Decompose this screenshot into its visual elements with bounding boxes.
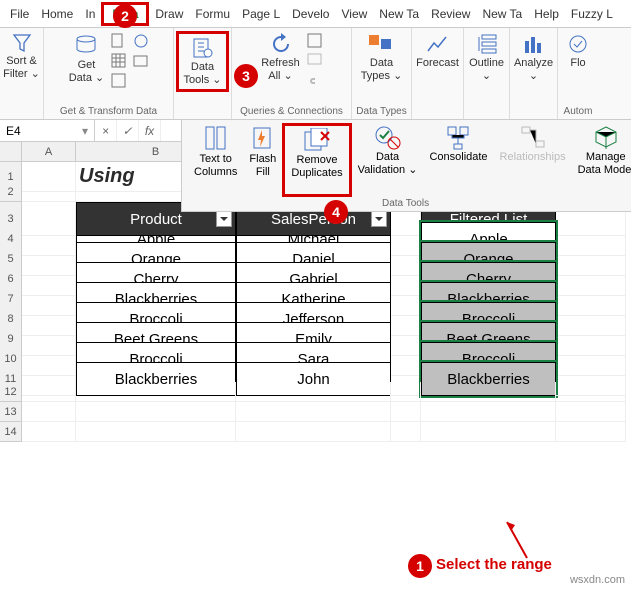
sort-filter-icon — [12, 33, 32, 53]
from-table-icon — [111, 53, 127, 69]
tab-help[interactable]: Help — [528, 3, 565, 25]
watermark: wsxdn.com — [570, 574, 625, 586]
from-table-button[interactable] — [108, 51, 130, 71]
refresh-icon — [270, 33, 292, 55]
from-web-button[interactable] — [130, 31, 152, 51]
tab-file[interactable]: File — [4, 3, 35, 25]
refresh-all-button[interactable]: Refresh All ⌄ — [257, 31, 304, 84]
analyze-button[interactable]: Analyze ⌄ — [510, 31, 557, 84]
sort-filter-button[interactable]: Sort & Filter ⌄ — [0, 31, 44, 82]
recent-sources-icon — [111, 73, 127, 89]
row-header[interactable]: 2 — [0, 182, 22, 202]
forecast-button[interactable]: Forecast — [412, 31, 463, 84]
automate-label: Autom — [564, 106, 593, 119]
data-types-icon — [367, 33, 397, 55]
fx-button[interactable]: fx — [139, 120, 161, 141]
analyze-icon — [523, 33, 545, 55]
get-transform-label: Get & Transform Data — [60, 106, 157, 119]
data-types-label: Data Types — [356, 106, 406, 119]
edit-links-button[interactable] — [304, 71, 326, 91]
remove-duplicates-icon — [303, 128, 331, 154]
tab-pagelayout[interactable]: Page L — [236, 3, 286, 25]
filter-dropdown-icon[interactable] — [371, 211, 387, 227]
manage-data-model-icon — [593, 125, 619, 151]
forecast-icon — [426, 33, 450, 55]
from-web-icon — [133, 33, 149, 49]
data-tools-button[interactable]: Data Tools ⌄ — [180, 35, 226, 88]
properties-icon — [307, 53, 323, 69]
get-data-button[interactable]: Get Data ⌄ — [65, 31, 109, 86]
existing-connections-button[interactable] — [130, 51, 152, 71]
row-header[interactable]: 12 — [0, 382, 22, 402]
select-all-corner[interactable] — [0, 142, 22, 162]
tab-strip: File Home In Data Draw Formu Page L Deve… — [0, 0, 631, 28]
tab-developer[interactable]: Develo — [286, 3, 335, 25]
name-box[interactable]: E4 ▾ — [0, 120, 95, 141]
tab-view[interactable]: View — [335, 3, 373, 25]
row-header[interactable]: 14 — [0, 422, 22, 442]
get-data-icon — [74, 33, 98, 57]
text-to-columns-icon — [204, 125, 228, 153]
flow-icon — [567, 33, 589, 55]
col-header-a[interactable]: A — [22, 142, 76, 162]
cancel-formula-button[interactable]: × — [95, 120, 117, 141]
tab-formulas[interactable]: Formu — [189, 3, 236, 25]
callout-2: 2 — [113, 4, 137, 28]
consolidate-button[interactable]: Consolidate — [423, 123, 493, 197]
tab-insert[interactable]: In — [79, 3, 101, 25]
flash-fill-button[interactable]: Flash Fill — [243, 123, 282, 197]
outline-icon — [476, 33, 498, 55]
properties-button[interactable] — [304, 51, 326, 71]
data-tools-icon — [192, 37, 214, 59]
enter-formula-button[interactable]: ✓ — [117, 120, 139, 141]
flash-fill-icon — [251, 125, 275, 153]
queries-button[interactable] — [304, 31, 326, 51]
manage-data-model-button[interactable]: Manage Data Model — [572, 123, 631, 197]
queries-connections-label: Queries & Connections — [240, 106, 343, 119]
consolidate-icon — [446, 125, 472, 151]
callout-arrow-icon — [502, 520, 552, 560]
data-types-button[interactable]: Data Types ⌄ — [357, 31, 407, 84]
edit-links-icon — [307, 73, 323, 89]
callout-4: 4 — [324, 200, 348, 224]
remove-duplicates-button[interactable]: Remove Duplicates — [285, 126, 348, 181]
relationships-icon — [520, 125, 546, 151]
from-text-csv-button[interactable] — [108, 31, 130, 51]
tab-newtab2[interactable]: New Ta — [476, 3, 528, 25]
recent-sources-button[interactable] — [108, 71, 130, 91]
data-tools-group-label: Data Tools — [382, 198, 429, 209]
tab-review[interactable]: Review — [425, 3, 476, 25]
ribbon: Sort & Filter ⌄ Get Data ⌄ Get & Transfo… — [0, 28, 631, 120]
tab-newtab1[interactable]: New Ta — [373, 3, 425, 25]
tab-fuzzy[interactable]: Fuzzy L — [565, 3, 619, 25]
callout-3: 3 — [234, 64, 258, 88]
tab-home[interactable]: Home — [35, 3, 79, 25]
flow-button[interactable]: Flo — [563, 31, 593, 72]
row-header[interactable]: 13 — [0, 402, 22, 422]
text-to-columns-button[interactable]: Text to Columns — [188, 123, 243, 197]
tab-draw[interactable]: Draw — [149, 3, 189, 25]
relationships-button: Relationships — [494, 123, 572, 197]
from-text-icon — [111, 33, 127, 49]
blank-button[interactable] — [130, 71, 152, 91]
existing-conn-icon — [133, 53, 149, 69]
data-tools-dropdown: Text to Columns Flash Fill Remove Duplic… — [181, 120, 631, 212]
outline-button[interactable]: Outline ⌄ — [465, 31, 508, 84]
filter-dropdown-icon[interactable] — [216, 211, 232, 227]
data-validation-icon — [374, 125, 402, 151]
data-validation-button[interactable]: Data Validation ⌄ — [352, 123, 424, 197]
callout-1: 1 — [408, 554, 432, 578]
queries-icon — [307, 33, 323, 49]
